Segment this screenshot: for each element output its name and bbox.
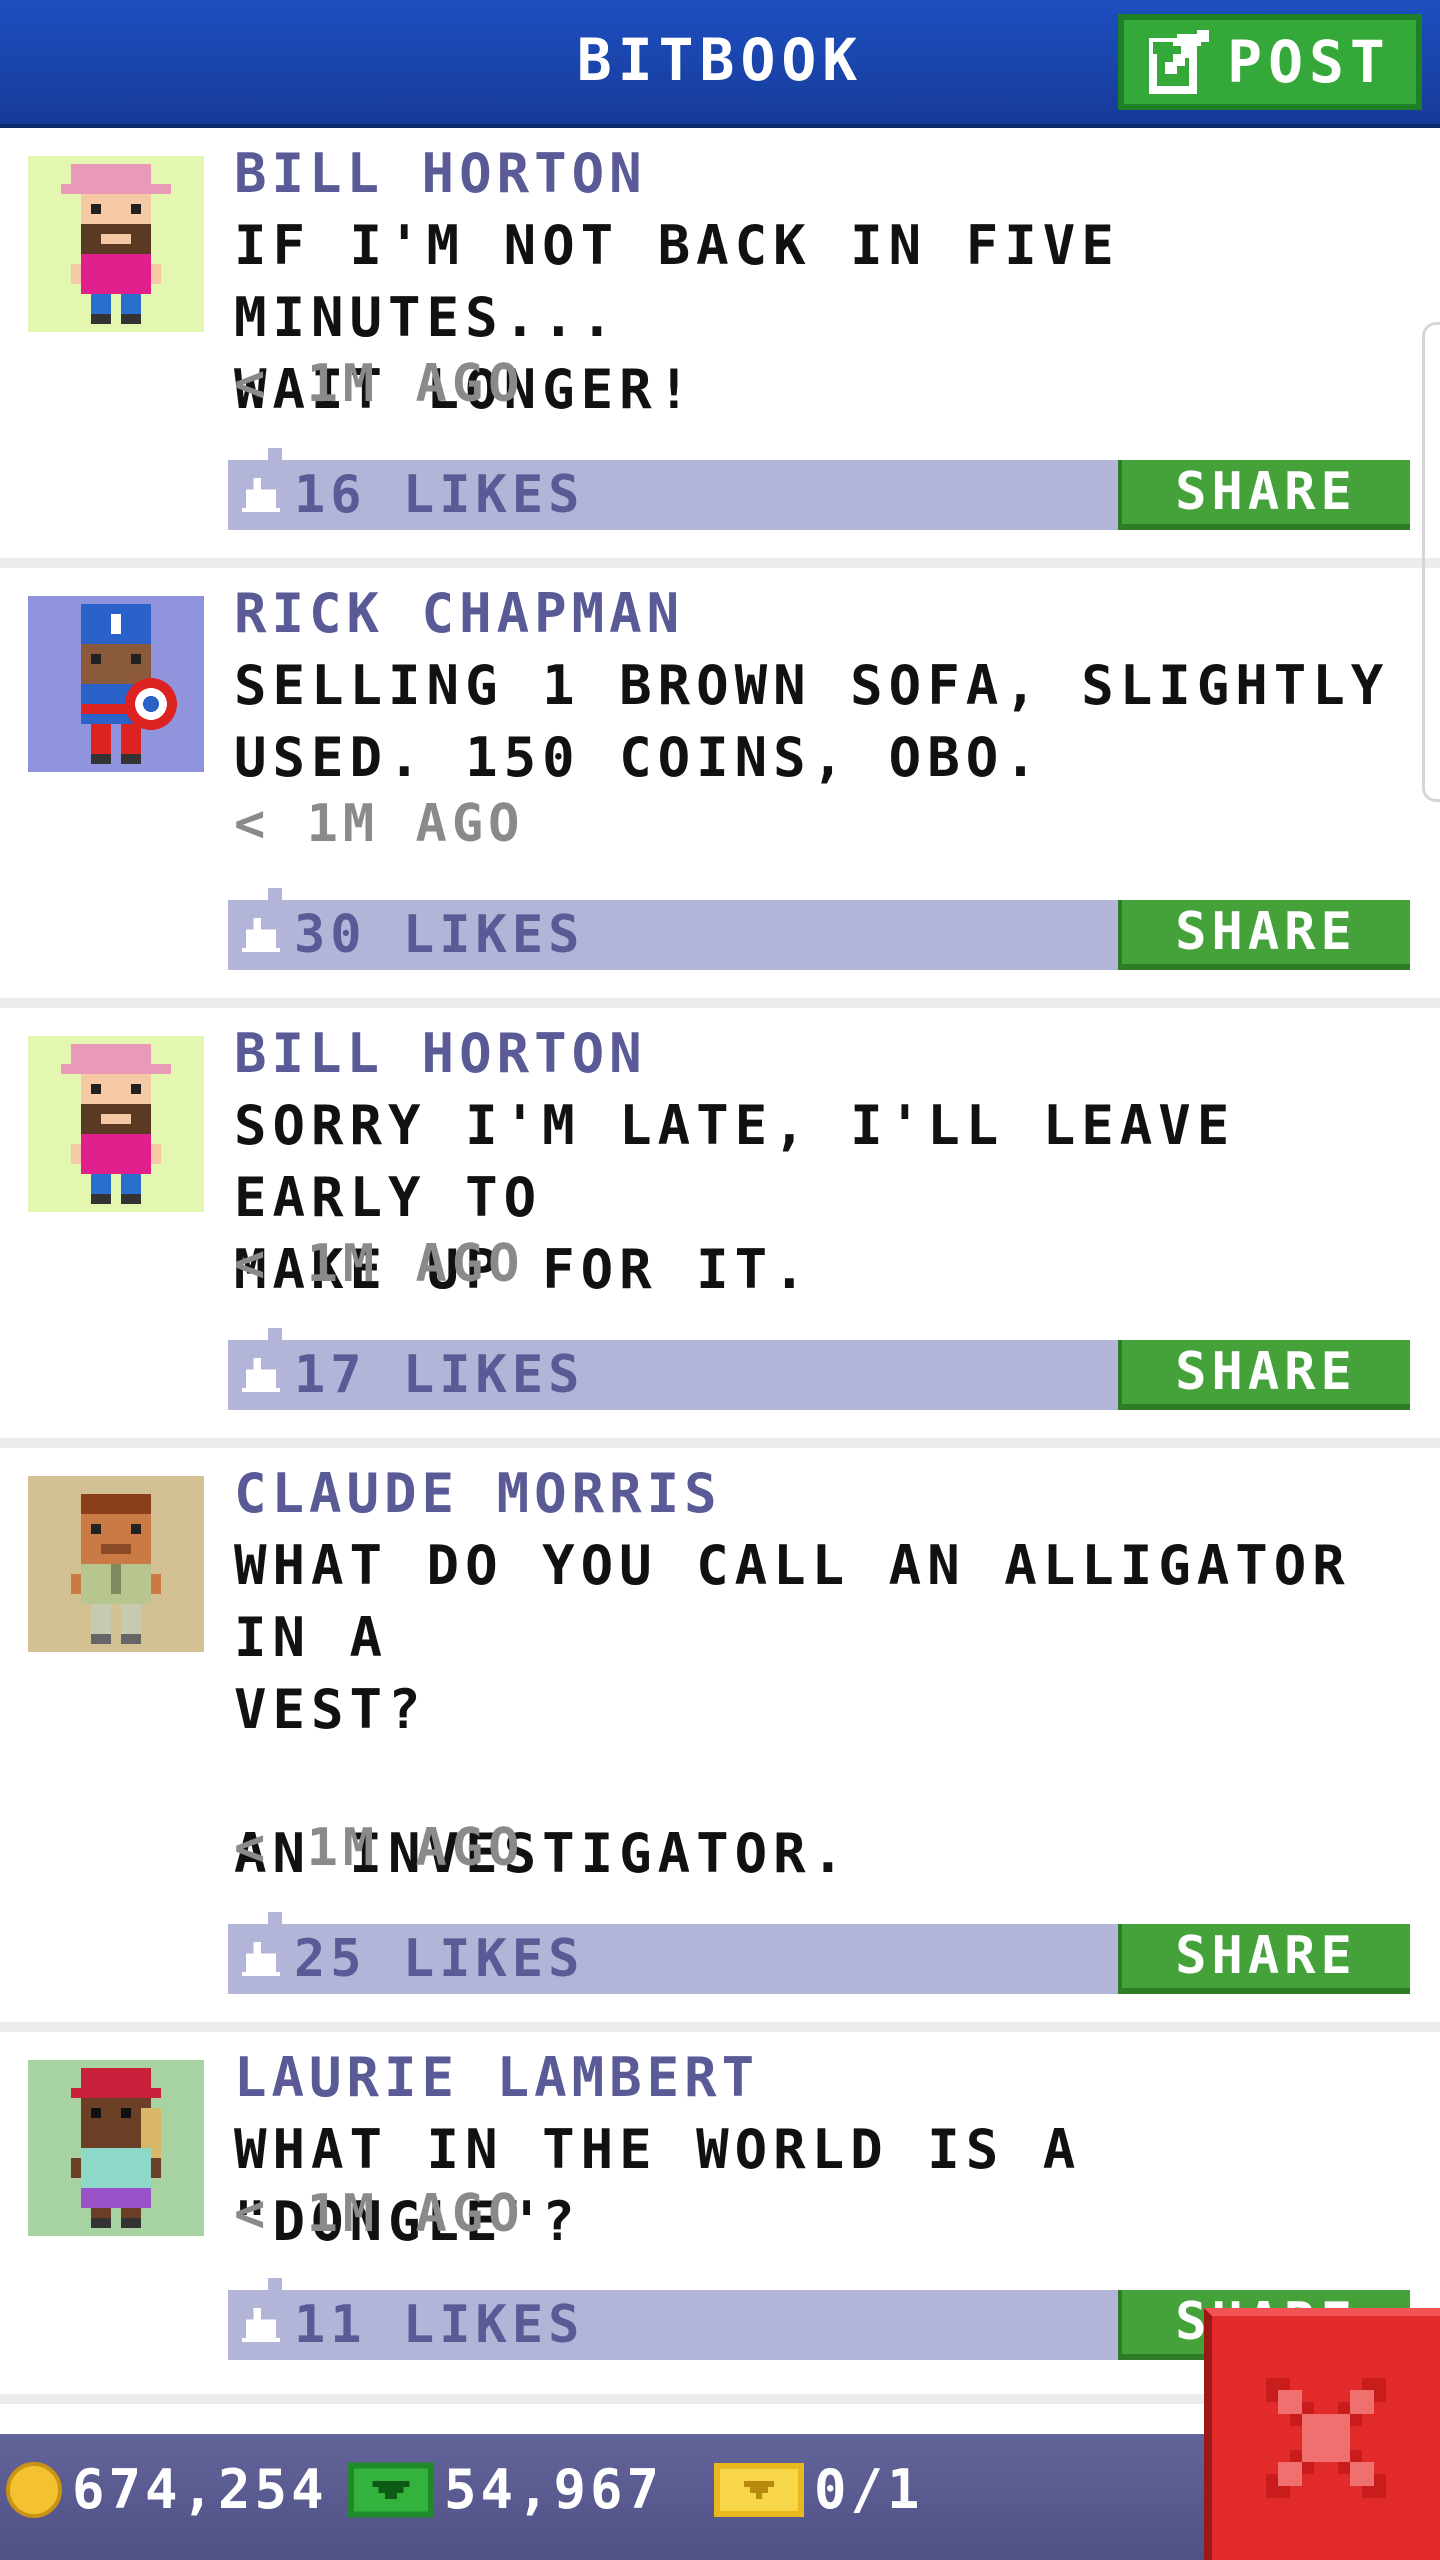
avatar[interactable] — [28, 156, 204, 332]
feed-post: CLAUDE MORRIS WHAT DO YOU CALL AN ALLIGA… — [0, 1448, 1440, 2032]
laurie-lambert-avatar-icon — [71, 2068, 161, 2228]
app-header: BITBOOK POST — [0, 0, 1440, 128]
post-author[interactable]: LAURIE LAMBERT — [234, 2046, 759, 2109]
post-timestamp: < 1M AGO — [234, 2184, 525, 2244]
avatar[interactable] — [28, 1476, 204, 1652]
share-button[interactable]: SHARE — [1118, 900, 1410, 970]
feed-post: BILL HORTON IF I'M NOT BACK IN FIVE MINU… — [0, 128, 1440, 568]
avatar[interactable] — [28, 596, 204, 772]
post-timestamp: < 1M AGO — [234, 1818, 525, 1878]
feed-post: BILL HORTON SORRY I'M LATE, I'LL LEAVE E… — [0, 1008, 1440, 1448]
post-button[interactable]: POST — [1118, 14, 1422, 110]
share-button[interactable]: SHARE — [1118, 1340, 1410, 1410]
claude-morris-avatar-icon — [71, 1494, 161, 1644]
likes-count: 30 LIKES — [294, 905, 585, 965]
like-button[interactable]: 17 LIKES — [242, 1344, 584, 1406]
post-author[interactable]: RICK CHAPMAN — [234, 582, 684, 645]
likes-bar: 30 LIKES SHARE — [228, 888, 1410, 970]
post-author[interactable]: CLAUDE MORRIS — [234, 1462, 722, 1525]
coins-count: 674,254 — [72, 2458, 328, 2521]
thumbs-up-icon — [242, 918, 280, 952]
bux-count: 54,967 — [444, 2458, 664, 2521]
avatar[interactable] — [28, 1036, 204, 1212]
scroll-indicator[interactable] — [1422, 322, 1440, 802]
thumbs-up-icon — [242, 478, 280, 512]
tickets-count: 0/1 — [814, 2458, 924, 2521]
close-button[interactable] — [1204, 2308, 1440, 2560]
likes-count: 11 LIKES — [294, 2295, 585, 2355]
close-icon — [1266, 2378, 1386, 2498]
post-button-label: POST — [1227, 28, 1391, 96]
post-timestamp: < 1M AGO — [234, 794, 525, 854]
thumbs-up-icon — [242, 2308, 280, 2342]
ticket-icon — [714, 2462, 804, 2517]
share-button[interactable]: SHARE — [1118, 1924, 1410, 1994]
post-author[interactable]: BILL HORTON — [234, 1022, 647, 1085]
likes-bar: 16 LIKES SHARE — [228, 448, 1410, 530]
likes-bar: 25 LIKES SHARE — [228, 1912, 1410, 1994]
coin-icon — [6, 2461, 62, 2518]
feed-list[interactable]: BILL HORTON IF I'M NOT BACK IN FIVE MINU… — [0, 128, 1440, 2404]
bux-icon — [348, 2461, 434, 2518]
bill-horton-avatar-icon — [61, 164, 171, 324]
likes-bar: 17 LIKES SHARE — [228, 1328, 1410, 1410]
likes-count: 17 LIKES — [294, 1345, 585, 1405]
compose-icon — [1149, 30, 1210, 94]
like-button[interactable]: 16 LIKES — [242, 464, 584, 526]
thumbs-up-icon — [242, 1358, 280, 1392]
like-button[interactable]: 11 LIKES — [242, 2294, 584, 2356]
likes-count: 16 LIKES — [294, 465, 585, 525]
bux-stat: 54,967 — [348, 2458, 663, 2521]
like-button[interactable]: 25 LIKES — [242, 1928, 584, 1990]
feed-post: RICK CHAPMAN SELLING 1 BROWN SOFA, SLIGH… — [0, 568, 1440, 1008]
post-author[interactable]: BILL HORTON — [234, 142, 647, 205]
tickets-stat: 0/1 — [714, 2458, 924, 2521]
thumbs-up-icon — [242, 1942, 280, 1976]
coins-stat: 674,254 — [6, 2458, 328, 2521]
share-button[interactable]: SHARE — [1118, 460, 1410, 530]
bill-horton-avatar-icon — [61, 1044, 171, 1204]
post-message: SELLING 1 BROWN SOFA, SLIGHTLY USED. 150… — [234, 654, 1390, 789]
like-button[interactable]: 30 LIKES — [242, 904, 584, 966]
likes-count: 25 LIKES — [294, 1929, 585, 1989]
post-timestamp: < 1M AGO — [234, 1234, 525, 1294]
rick-chapman-avatar-icon — [81, 604, 177, 764]
avatar[interactable] — [28, 2060, 204, 2236]
post-timestamp: < 1M AGO — [234, 354, 525, 414]
